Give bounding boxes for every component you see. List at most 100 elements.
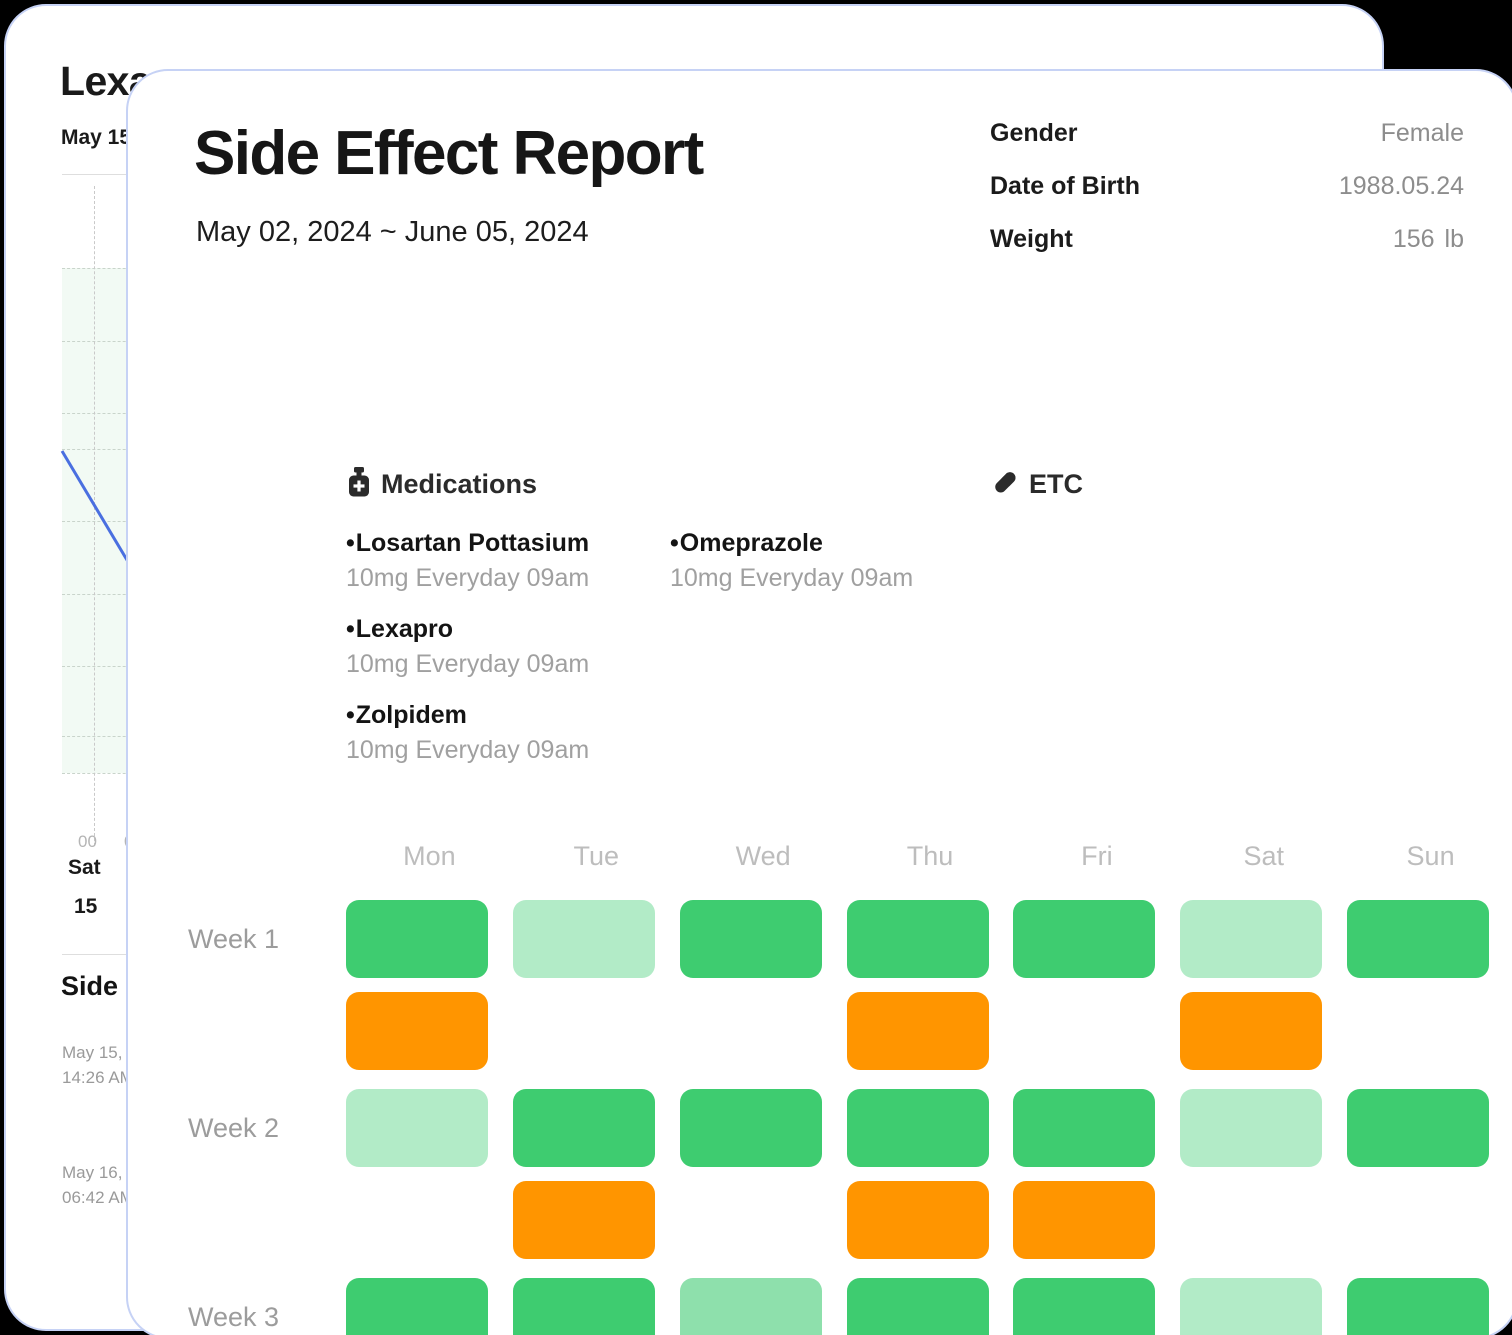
heatmap-side-effect-cell[interactable]: [1180, 992, 1323, 1070]
medication-name: Losartan Pottasium: [346, 529, 646, 558]
heatmap-cell-container: [346, 1089, 513, 1167]
heatmap-cell-container: [1013, 1089, 1180, 1167]
patient-field-label: Weight: [990, 225, 1073, 253]
chart-x-tick: 00: [78, 832, 97, 851]
medication-name: Zolpidem: [346, 701, 646, 730]
heatmap-adherence-cell[interactable]: [1347, 1278, 1490, 1335]
heatmap-row-spacer: [184, 1259, 1512, 1278]
heatmap-adherence-cell[interactable]: [1180, 1278, 1323, 1335]
medications-section-header: Medications: [346, 467, 537, 502]
heatmap-day-header: Mon Tue Wed Thu Fri Sat Sun: [184, 841, 1512, 900]
list-item: Zolpidem 10mg Everyday 09am: [346, 701, 646, 765]
heatmap-cell-container: [1347, 1181, 1512, 1259]
heatmap-adherence-cell[interactable]: [1180, 900, 1323, 978]
page-title: Side Effect Report: [194, 119, 704, 188]
heatmap-cell-container: [346, 1278, 513, 1335]
heatmap-adherence-cell[interactable]: [1347, 900, 1490, 978]
patient-info-panel: Gender Female Date of Birth 1988.05.24 W…: [990, 119, 1464, 278]
heatmap-cell-container: [680, 992, 847, 1070]
patient-field-value: 156 lb: [1393, 225, 1464, 254]
day-header-fri: Fri: [1081, 841, 1113, 871]
heatmap-adherence-cell[interactable]: [679, 1089, 822, 1167]
heatmap-side-effect-cell[interactable]: [346, 992, 488, 1070]
medication-dose: 10mg Everyday 09am: [346, 650, 590, 678]
patient-field-label: Date of Birth: [990, 172, 1140, 200]
heatmap-adherence-cell[interactable]: [1180, 1089, 1323, 1167]
heatmap-cell-container: [1180, 900, 1347, 978]
heatmap-adherence-cell[interactable]: [679, 900, 822, 978]
heatmap-cell-container: [346, 1181, 513, 1259]
heatmap-cell-container: [1013, 900, 1180, 978]
list-item: Losartan Pottasium 10mg Everyday 09am: [346, 529, 646, 593]
heatmap-side-effect-cell[interactable]: [846, 1181, 989, 1259]
heatmap-cell-container: [1180, 992, 1347, 1070]
heatmap-adherence-cell[interactable]: [846, 1278, 989, 1335]
heatmap-cell-container: [846, 1089, 1014, 1167]
adherence-heatmap: Mon Tue Wed Thu Fri Sat Sun Week 1 Week 2…: [184, 841, 1512, 1335]
heatmap-week-row: Week 1: [184, 900, 1512, 978]
heatmap-empty-cell: [1347, 992, 1489, 1070]
heatmap-empty-cell: [346, 1181, 488, 1259]
etc-section-header: ETC: [990, 467, 1083, 502]
heatmap-cell-container: [680, 1181, 847, 1259]
heatmap-cell-container: [846, 900, 1014, 978]
heatmap-adherence-cell[interactable]: [1347, 1089, 1490, 1167]
heatmap-row-spacer: [184, 1167, 1512, 1181]
heatmap-cell-container: [1347, 1089, 1512, 1167]
heatmap-cell-container: [512, 1181, 680, 1259]
heatmap-cell-container: [846, 1181, 1014, 1259]
heatmap-week-row: Week 3: [184, 1278, 1512, 1335]
medication-dose: 10mg Everyday 09am: [346, 736, 590, 764]
heatmap-adherence-cell[interactable]: [1013, 1278, 1156, 1335]
heatmap-cell-container: [512, 1278, 680, 1335]
heatmap-side-effect-cell[interactable]: [846, 992, 989, 1070]
heatmap-cell-container: [512, 1089, 680, 1167]
etc-list: Omeprazole 10mg Everyday 09am: [670, 529, 970, 615]
heatmap-cell-container: [346, 992, 513, 1070]
heatmap-cell-container: [1347, 900, 1512, 978]
heatmap-adherence-cell[interactable]: [346, 1089, 488, 1167]
heatmap-empty-cell: [1013, 992, 1155, 1070]
heatmap-empty-cell: [680, 1181, 822, 1259]
heatmap-adherence-cell[interactable]: [1013, 1089, 1156, 1167]
heatmap-adherence-cell[interactable]: [512, 1089, 655, 1167]
heatmap-adherence-cell[interactable]: [846, 1089, 989, 1167]
heatmap-cell-container: [1013, 1278, 1180, 1335]
heatmap-week-label: Week 3: [188, 1301, 280, 1332]
heatmap-adherence-cell[interactable]: [512, 900, 655, 978]
heatmap-side-effect-row: [184, 992, 1512, 1070]
heatmap-side-effect-cell[interactable]: [1013, 1181, 1156, 1259]
heatmap-cell-container: [346, 900, 513, 978]
patient-info-row: Gender Female: [990, 119, 1464, 172]
heatmap-row-spacer: [184, 978, 1512, 992]
heatmap-cell-container: [1180, 1089, 1347, 1167]
medicine-bottle-icon: [346, 467, 372, 502]
heatmap-row-spacer: [184, 1070, 1512, 1089]
heatmap-adherence-cell[interactable]: [512, 1278, 655, 1335]
day-header-sat: Sat: [1243, 841, 1284, 871]
patient-info-row: Date of Birth 1988.05.24: [990, 172, 1464, 225]
medication-dose: 10mg Everyday 09am: [346, 564, 590, 592]
heatmap-cell-container: [1013, 992, 1180, 1070]
patient-field-unit: lb: [1444, 225, 1464, 253]
heatmap-adherence-cell[interactable]: [679, 1278, 822, 1335]
heatmap-cell-container: [512, 900, 680, 978]
heatmap-side-effect-row: [184, 1181, 1512, 1259]
heatmap-adherence-cell[interactable]: [846, 900, 989, 978]
heatmap-adherence-cell[interactable]: [346, 900, 488, 978]
day-header-mon: Mon: [403, 841, 456, 871]
heatmap-adherence-cell[interactable]: [346, 1278, 488, 1335]
side-effect-report-card: Side Effect Report May 02, 2024 ~ June 0…: [126, 69, 1512, 1335]
heatmap-side-effect-cell[interactable]: [512, 1181, 655, 1259]
heatmap-adherence-cell[interactable]: [1013, 900, 1156, 978]
medications-section-title: Medications: [381, 469, 538, 499]
heatmap-week-label: Week 1: [188, 923, 280, 954]
etc-medication-dose: 10mg Everyday 09am: [670, 564, 914, 592]
day-header-tue: Tue: [573, 841, 620, 871]
patient-field-label: Gender: [990, 119, 1078, 147]
list-item: Lexapro 10mg Everyday 09am: [346, 615, 646, 679]
etc-medication-name: Omeprazole: [670, 529, 970, 558]
heatmap-empty-cell: [1180, 1181, 1322, 1259]
patient-field-value: 1988.05.24: [1339, 172, 1464, 201]
patient-field-value-text: 156: [1392, 225, 1435, 253]
